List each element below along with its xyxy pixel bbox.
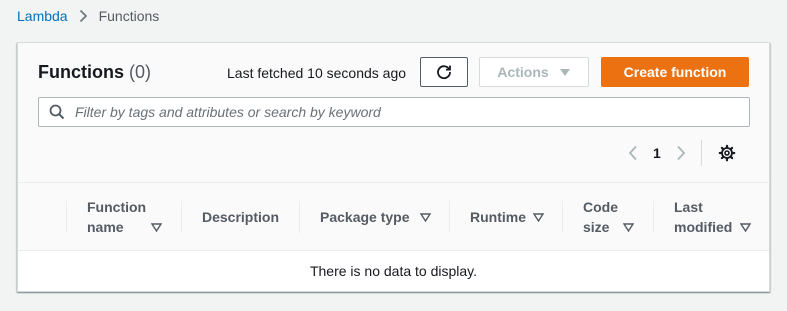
empty-state-message: There is no data to display. xyxy=(18,251,769,291)
caret-down-icon xyxy=(559,68,571,77)
refresh-icon xyxy=(435,63,453,81)
column-divider xyxy=(653,201,654,233)
chevron-left-icon[interactable] xyxy=(628,145,638,161)
column-divider xyxy=(562,201,563,233)
table-header: Function name Description Package type R… xyxy=(18,182,769,251)
gear-icon[interactable] xyxy=(718,144,736,162)
chevron-right-icon xyxy=(79,9,88,23)
column-function-name[interactable]: Function name xyxy=(87,183,182,251)
last-fetched-text: Last fetched 10 seconds ago xyxy=(227,65,407,81)
breadcrumb-current: Functions xyxy=(98,8,160,24)
breadcrumb-lambda-link[interactable]: Lambda xyxy=(17,8,68,24)
column-code-size[interactable]: Code size xyxy=(583,183,653,251)
actions-dropdown-button[interactable]: Actions xyxy=(479,57,589,87)
search-input[interactable] xyxy=(73,103,723,121)
sort-caret-icon xyxy=(623,223,634,232)
sort-caret-icon xyxy=(420,213,431,222)
search-icon xyxy=(49,104,65,120)
column-runtime[interactable]: Runtime xyxy=(470,183,562,251)
column-package-type[interactable]: Package type xyxy=(320,183,448,251)
refresh-button[interactable] xyxy=(420,57,468,87)
functions-panel: Functions (0) Last fetched 10 seconds ag… xyxy=(17,42,770,292)
chevron-right-icon[interactable] xyxy=(676,145,686,161)
column-last-modified-label: Last modified xyxy=(674,199,733,235)
search-field[interactable] xyxy=(38,97,750,127)
column-description-label: Description xyxy=(202,209,280,225)
create-function-button[interactable]: Create function xyxy=(601,57,749,87)
pagination: 1 xyxy=(628,140,736,166)
column-function-name-label: Function name xyxy=(87,199,147,235)
breadcrumb: Lambda Functions xyxy=(17,8,159,24)
page-title: Functions (0) xyxy=(38,62,151,83)
column-last-modified[interactable]: Last modified xyxy=(674,183,764,251)
page-number[interactable]: 1 xyxy=(653,145,661,161)
panel-header: Functions (0) Last fetched 10 seconds ag… xyxy=(18,43,769,182)
column-code-size-label: Code size xyxy=(583,199,618,235)
actions-label: Actions xyxy=(497,64,549,80)
column-runtime-label: Runtime xyxy=(470,209,526,225)
function-count: (0) xyxy=(129,62,152,82)
sort-caret-icon xyxy=(533,213,544,222)
sort-caret-icon xyxy=(151,223,162,232)
pager-divider xyxy=(700,140,702,166)
column-divider xyxy=(449,201,450,233)
sort-caret-icon xyxy=(740,223,751,232)
column-description[interactable]: Description xyxy=(202,183,298,251)
title-text: Functions xyxy=(38,62,124,82)
column-divider xyxy=(299,201,300,233)
column-package-type-label: Package type xyxy=(320,209,410,225)
column-divider xyxy=(181,201,182,233)
column-divider xyxy=(66,201,67,233)
